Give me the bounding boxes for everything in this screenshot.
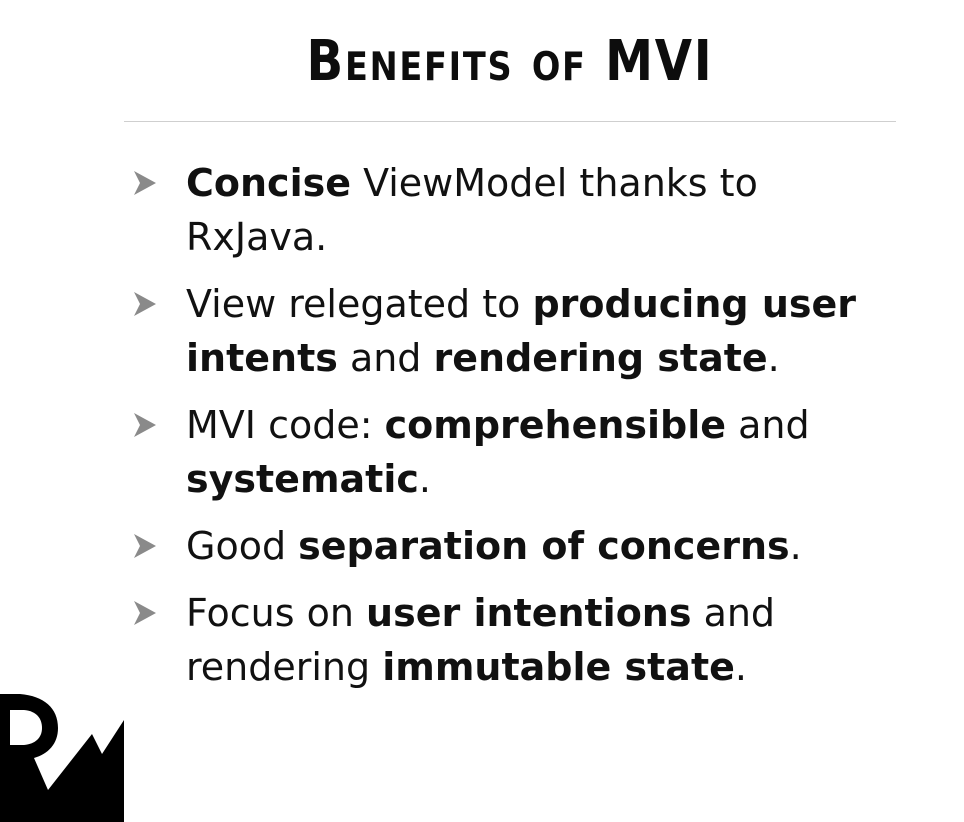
bullet-segment: Good: [186, 524, 299, 568]
bullet-item: Good separation of concerns.: [128, 519, 898, 573]
bullet-segment: .: [789, 524, 802, 568]
bullet-emphasis: user intentions: [366, 591, 692, 635]
bullet-emphasis: comprehensible: [384, 403, 727, 447]
bullet-emphasis: immutable state: [382, 645, 735, 689]
slide-title: Benefits of MVI: [306, 29, 714, 94]
rw-logo-icon: [0, 694, 124, 822]
bullet-emphasis: separation of concerns: [298, 524, 790, 568]
triangle-bullet-icon: [134, 292, 156, 316]
bullet-text: Concise ViewModel thanks to RxJava.: [186, 161, 758, 259]
bullet-segment: and: [337, 336, 434, 380]
bullet-item: Focus on user intentions and rendering i…: [128, 586, 898, 694]
title-divider: [124, 121, 896, 122]
bullet-emphasis: systematic: [186, 457, 419, 501]
bullet-text: View relegated to producing user intents…: [186, 282, 856, 380]
triangle-bullet-icon: [134, 171, 156, 195]
bullet-segment: .: [767, 336, 780, 380]
bullet-list: Concise ViewModel thanks to RxJava. View …: [128, 156, 898, 707]
bullet-segment: .: [418, 457, 431, 501]
bullet-text: Good separation of concerns.: [186, 524, 802, 568]
triangle-bullet-icon: [134, 601, 156, 625]
triangle-bullet-icon: [134, 534, 156, 558]
bullet-segment: .: [734, 645, 747, 689]
bullet-text: MVI code: comprehensible and systematic.: [186, 403, 810, 501]
bullet-segment: View relegated to: [186, 282, 533, 326]
bullet-emphasis: rendering state: [433, 336, 768, 380]
bullet-text: Focus on user intentions and rendering i…: [186, 591, 775, 689]
bullet-emphasis: Concise: [186, 161, 351, 205]
slide: Benefits of MVI Concise ViewModel thanks…: [0, 0, 964, 822]
bullet-segment: MVI code:: [186, 403, 385, 447]
bullet-segment: Focus on: [186, 591, 367, 635]
bullet-item: View relegated to producing user intents…: [128, 277, 898, 385]
bullet-segment: and: [726, 403, 810, 447]
bullet-item: Concise ViewModel thanks to RxJava.: [128, 156, 898, 264]
triangle-bullet-icon: [134, 413, 156, 437]
bullet-item: MVI code: comprehensible and systematic.: [128, 398, 898, 506]
